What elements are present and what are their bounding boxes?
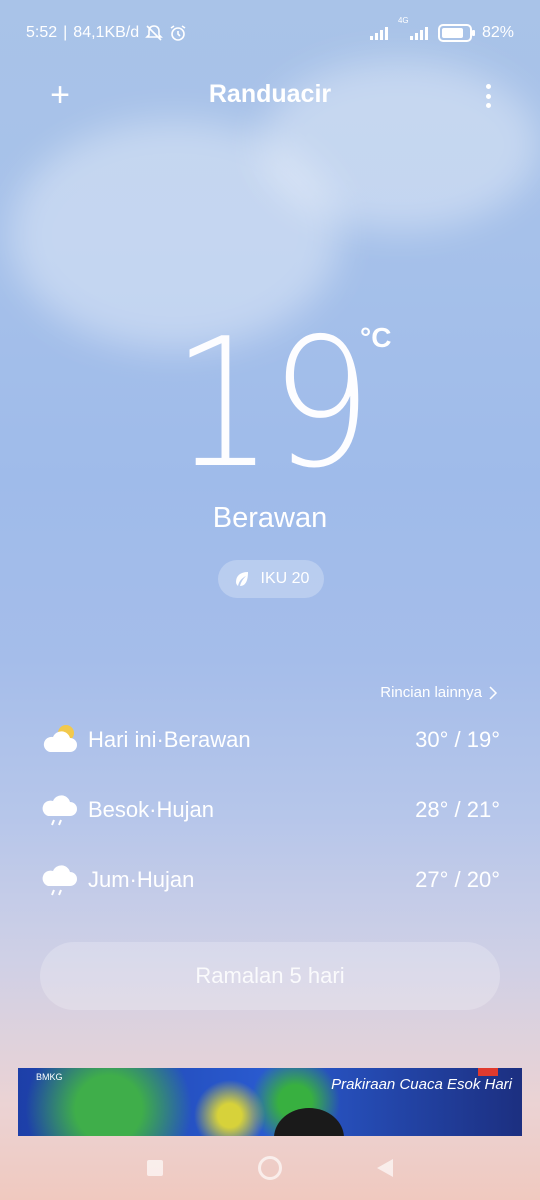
leaf-icon <box>235 572 248 586</box>
bmkg-logo: BMKG <box>36 1072 63 1082</box>
header: + Randuacir <box>0 70 540 122</box>
forecast-day-label: Hari ini·Berawan <box>88 727 251 752</box>
presenter-image <box>274 1108 344 1136</box>
forecast-day-label: Jum·Hujan <box>88 867 195 892</box>
status-right: 4G 82% <box>369 16 514 42</box>
forecast-day-label: Besok·Hujan <box>88 797 214 822</box>
status-bar: 5:52 | 84,1KB/d 4G 82% <box>0 0 540 66</box>
temperature-value: 19 <box>171 300 372 507</box>
more-vertical-icon[interactable] <box>478 80 498 112</box>
back-icon[interactable] <box>376 1159 393 1177</box>
forecast-row-today[interactable]: Hari ini·Berawan 30° / 19° <box>40 720 500 760</box>
rain-icon <box>40 792 88 828</box>
network-type: 4G <box>397 16 409 25</box>
aqi-badge[interactable]: IKU 20 <box>218 560 324 598</box>
partly-cloudy-icon <box>40 722 88 758</box>
five-day-forecast-button[interactable]: Ramalan 5 hari <box>40 942 500 1010</box>
rain-icon <box>40 862 88 898</box>
current-condition: Berawan <box>212 502 328 534</box>
current-temperature: 19 °C <box>0 300 540 507</box>
alarm-icon <box>170 25 186 41</box>
aqi-label: IKU 20 <box>260 570 310 587</box>
forecast-row-tomorrow[interactable]: Besok·Hujan 28° / 21° <box>40 790 500 830</box>
weather-video-banner[interactable]: BMKG Prakiraan Cuaca Esok Hari <box>18 1068 522 1136</box>
bell-off-icon <box>145 25 164 41</box>
live-badge <box>478 1068 498 1076</box>
separator: | <box>63 24 68 41</box>
temperature-unit: °C <box>360 322 392 353</box>
forecast-range: 27° / 20° <box>415 867 500 892</box>
more-details-label: Rincian lainnya <box>380 684 482 701</box>
banner-title: Prakiraan Cuaca Esok Hari <box>331 1076 512 1093</box>
signal-icon <box>369 26 388 40</box>
forecast-range: 28° / 21° <box>415 797 500 822</box>
home-icon[interactable] <box>257 1156 282 1180</box>
forecast-range: 30° / 19° <box>415 727 500 752</box>
net-speed: 84,1KB/d <box>73 24 140 41</box>
battery-percent: 82% <box>481 24 514 41</box>
signal-icon: 4G <box>398 16 428 40</box>
battery-fill <box>441 28 464 38</box>
clock: 5:52 <box>26 24 58 41</box>
recents-icon[interactable] <box>147 1160 164 1176</box>
chevron-right-icon <box>489 685 498 700</box>
city-name: Randuacir <box>208 80 332 108</box>
status-left: 5:52 | 84,1KB/d <box>26 24 187 42</box>
navigation-bar <box>0 1136 540 1200</box>
battery-icon <box>437 24 475 42</box>
forecast-row-thursday[interactable]: Jum·Hujan 27° / 20° <box>40 860 500 900</box>
more-details-link[interactable]: Rincian lainnya <box>380 684 498 701</box>
